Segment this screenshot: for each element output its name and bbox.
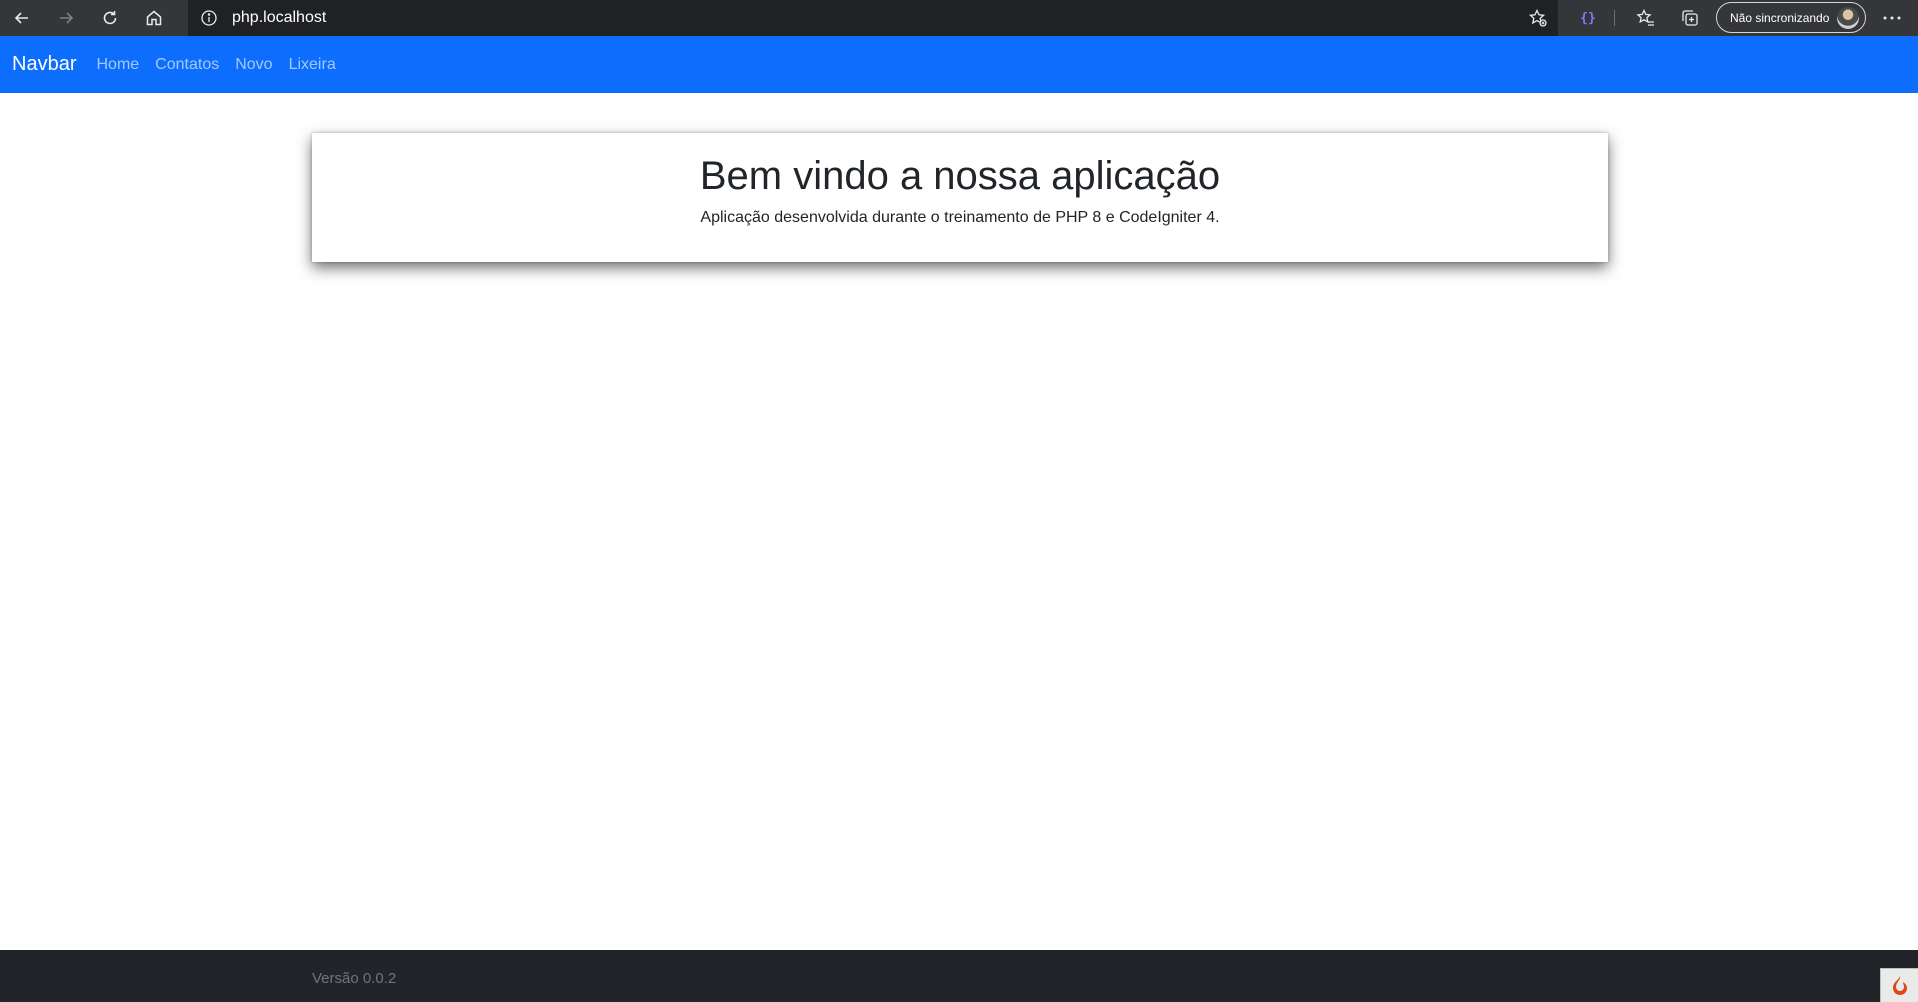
nav-link-contatos[interactable]: Contatos (147, 56, 227, 74)
refresh-icon (103, 11, 117, 25)
page-title: Bem vindo a nossa aplicação (699, 154, 1221, 198)
back-button[interactable] (0, 0, 44, 36)
forward-button[interactable] (44, 0, 88, 36)
address-bar[interactable]: php.localhost (188, 0, 1558, 36)
refresh-button[interactable] (88, 0, 132, 36)
toolbar-divider (1614, 10, 1615, 26)
nav-links: Home Contatos Novo Lixeira (88, 56, 343, 74)
flame-icon (1892, 975, 1907, 995)
more-icon[interactable] (1880, 8, 1904, 28)
extension-icon[interactable]: {} (1578, 8, 1598, 28)
version-label: Versão 0.0.2 (312, 970, 397, 987)
debug-toolbar-button[interactable] (1880, 968, 1918, 1002)
avatar (1837, 7, 1859, 29)
url-text[interactable]: php.localhost (232, 9, 326, 27)
footer: Versão 0.0.2 (0, 950, 1918, 1002)
nav-link-novo[interactable]: Novo (227, 56, 280, 74)
star-add-icon[interactable] (1528, 8, 1548, 28)
browser-toolbar: php.localhost {} Não sincronizando (0, 0, 1918, 36)
info-icon[interactable] (200, 9, 218, 27)
forward-icon (60, 12, 74, 24)
page-subtitle: Aplicação desenvolvida durante o treinam… (700, 209, 1220, 226)
welcome-card: Bem vindo a nossa aplicação Aplicação de… (312, 133, 1608, 262)
navbar-brand[interactable]: Navbar (12, 53, 76, 76)
app-navbar: Navbar Home Contatos Novo Lixeira (0, 36, 1918, 93)
sync-status-label: Não sincronizando (1730, 10, 1830, 25)
nav-link-home[interactable]: Home (88, 56, 147, 74)
back-icon (14, 12, 28, 24)
favorites-icon[interactable] (1636, 8, 1656, 28)
nav-link-lixeira[interactable]: Lixeira (281, 56, 344, 74)
sync-status-button[interactable]: Não sincronizando (1716, 2, 1866, 33)
home-icon (146, 10, 162, 26)
collections-icon[interactable] (1680, 8, 1700, 28)
home-button[interactable] (132, 0, 176, 36)
